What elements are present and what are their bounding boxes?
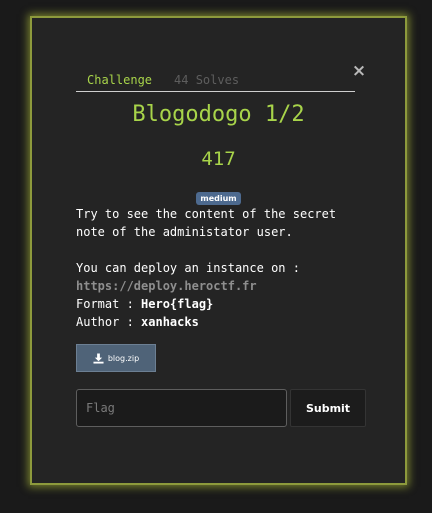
format-value: Hero{flag} bbox=[141, 297, 214, 311]
challenge-modal: Challenge 44 Solves × Blogodogo 1/2 417 … bbox=[30, 16, 407, 485]
download-file-button[interactable]: blog.zip bbox=[76, 344, 156, 372]
modal-tabs: Challenge 44 Solves bbox=[76, 70, 250, 90]
author-value: xanhacks bbox=[141, 315, 199, 329]
close-icon[interactable]: × bbox=[350, 62, 368, 80]
format-label: Format : bbox=[76, 297, 142, 311]
challenge-points: 417 bbox=[201, 148, 236, 170]
description-line: Try to see the content of the secret bbox=[76, 207, 337, 221]
file-name: blog.zip bbox=[107, 353, 140, 363]
flag-input[interactable] bbox=[76, 389, 287, 427]
format-line: Format : Hero{flag} bbox=[76, 295, 396, 313]
difficulty-badge: medium bbox=[196, 192, 241, 205]
tab-divider bbox=[76, 91, 355, 92]
difficulty-badge-row: medium bbox=[32, 190, 405, 205]
download-icon bbox=[93, 352, 104, 364]
description-line: note of the administator user. bbox=[76, 225, 293, 239]
author-label: Author : bbox=[76, 315, 142, 329]
description-line: You can deploy an instance on : bbox=[76, 261, 300, 275]
challenge-description: Try to see the content of the secret not… bbox=[76, 205, 396, 331]
author-line: Author : xanhacks bbox=[76, 313, 396, 331]
tab-solves[interactable]: 44 Solves bbox=[163, 73, 250, 87]
challenge-title: Blogodogo 1/2 bbox=[132, 102, 305, 127]
submit-button[interactable]: Submit bbox=[290, 389, 366, 427]
deploy-link[interactable]: https://deploy.heroctf.fr bbox=[76, 279, 257, 293]
tab-challenge[interactable]: Challenge bbox=[76, 73, 163, 87]
